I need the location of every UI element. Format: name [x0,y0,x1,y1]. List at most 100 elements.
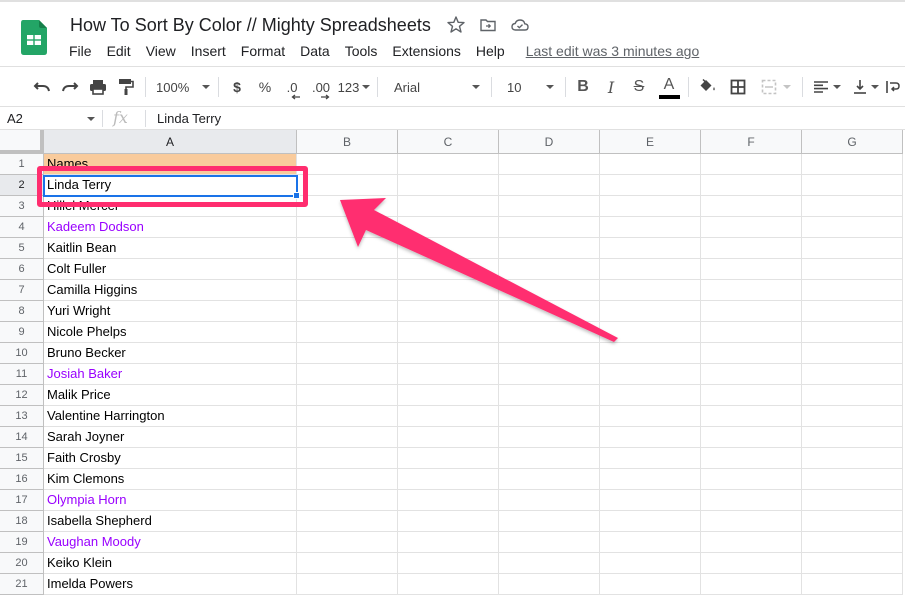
empty-cell[interactable] [499,490,600,511]
empty-cell[interactable] [701,553,802,574]
row-header[interactable]: 11 [0,364,44,385]
empty-cell[interactable] [297,553,398,574]
empty-cell[interactable] [398,343,499,364]
empty-cell[interactable] [297,385,398,406]
redo-button[interactable] [58,67,82,107]
row-header[interactable]: 9 [0,322,44,343]
empty-cell[interactable] [398,322,499,343]
empty-cell[interactable] [499,280,600,301]
empty-cell[interactable] [297,343,398,364]
row-header[interactable]: 4 [0,217,44,238]
merge-cells-button[interactable] [756,67,796,107]
row-header[interactable]: 20 [0,553,44,574]
increase-decimal-button[interactable]: .00 [308,67,334,107]
empty-cell[interactable] [297,259,398,280]
row-header[interactable]: 6 [0,259,44,280]
column-header-f[interactable]: F [701,130,802,154]
chevron-down-icon[interactable] [87,117,95,121]
empty-cell[interactable] [802,154,903,175]
menu-view[interactable]: View [146,43,176,59]
empty-cell[interactable] [499,217,600,238]
empty-cell[interactable] [600,511,701,532]
empty-cell[interactable] [701,259,802,280]
bold-button[interactable]: B [572,67,594,107]
name-cell[interactable]: Faith Crosby [44,448,297,469]
empty-cell[interactable] [297,532,398,553]
empty-cell[interactable] [600,238,701,259]
empty-cell[interactable] [600,175,701,196]
empty-cell[interactable] [398,217,499,238]
name-cell[interactable]: Sarah Joyner [44,427,297,448]
name-cell[interactable]: Olympia Horn [44,490,297,511]
empty-cell[interactable] [701,364,802,385]
empty-cell[interactable] [600,343,701,364]
italic-button[interactable]: I [600,67,622,107]
undo-button[interactable] [30,67,54,107]
empty-cell[interactable] [297,448,398,469]
row-header[interactable]: 16 [0,469,44,490]
menu-format[interactable]: Format [241,43,285,59]
empty-cell[interactable] [701,196,802,217]
empty-cell[interactable] [802,511,903,532]
empty-cell[interactable] [701,532,802,553]
empty-cell[interactable] [701,301,802,322]
borders-button[interactable] [726,67,750,107]
menu-help[interactable]: Help [476,43,505,59]
empty-cell[interactable] [398,280,499,301]
zoom-select[interactable]: 100% [152,67,214,107]
empty-cell[interactable] [297,322,398,343]
name-box[interactable]: A2 [7,111,23,126]
name-cell[interactable]: Kadeem Dodson [44,217,297,238]
empty-cell[interactable] [802,175,903,196]
empty-cell[interactable] [398,301,499,322]
column-header-a[interactable]: A [44,130,297,154]
menu-data[interactable]: Data [300,43,330,59]
empty-cell[interactable] [701,469,802,490]
empty-cell[interactable] [499,532,600,553]
empty-cell[interactable] [600,448,701,469]
cloud-saved-icon[interactable] [510,15,530,35]
row-header[interactable]: 15 [0,448,44,469]
menu-extensions[interactable]: Extensions [392,43,460,59]
empty-cell[interactable] [701,343,802,364]
format-currency-button[interactable]: $ [226,67,248,107]
empty-cell[interactable] [600,427,701,448]
empty-cell[interactable] [802,490,903,511]
empty-cell[interactable] [297,469,398,490]
name-cell[interactable]: Isabella Shepherd [44,511,297,532]
empty-cell[interactable] [398,532,499,553]
font-size-select[interactable]: 10 [498,67,558,107]
empty-cell[interactable] [600,469,701,490]
name-cell[interactable]: Linda Terry [44,175,297,196]
empty-cell[interactable] [297,238,398,259]
empty-cell[interactable] [600,217,701,238]
empty-cell[interactable] [701,406,802,427]
empty-cell[interactable] [701,427,802,448]
empty-cell[interactable] [802,343,903,364]
menu-insert[interactable]: Insert [191,43,226,59]
more-formats-button[interactable]: 123 [337,67,371,107]
empty-cell[interactable] [297,511,398,532]
row-header[interactable]: 1 [0,154,44,175]
empty-cell[interactable] [701,385,802,406]
empty-cell[interactable] [499,175,600,196]
empty-cell[interactable] [802,301,903,322]
empty-cell[interactable] [600,154,701,175]
name-cell[interactable]: Valentine Harrington [44,406,297,427]
empty-cell[interactable] [701,511,802,532]
select-all-corner[interactable] [0,130,44,154]
empty-cell[interactable] [600,490,701,511]
empty-cell[interactable] [802,469,903,490]
empty-cell[interactable] [802,196,903,217]
name-cell[interactable]: Nicole Phelps [44,322,297,343]
empty-cell[interactable] [297,175,398,196]
formula-input[interactable]: Linda Terry [157,111,221,126]
empty-cell[interactable] [297,301,398,322]
empty-cell[interactable] [297,427,398,448]
column-header-c[interactable]: C [398,130,499,154]
empty-cell[interactable] [802,238,903,259]
empty-cell[interactable] [802,385,903,406]
row-header[interactable]: 3 [0,196,44,217]
sheets-logo-icon[interactable] [21,20,47,55]
empty-cell[interactable] [398,364,499,385]
